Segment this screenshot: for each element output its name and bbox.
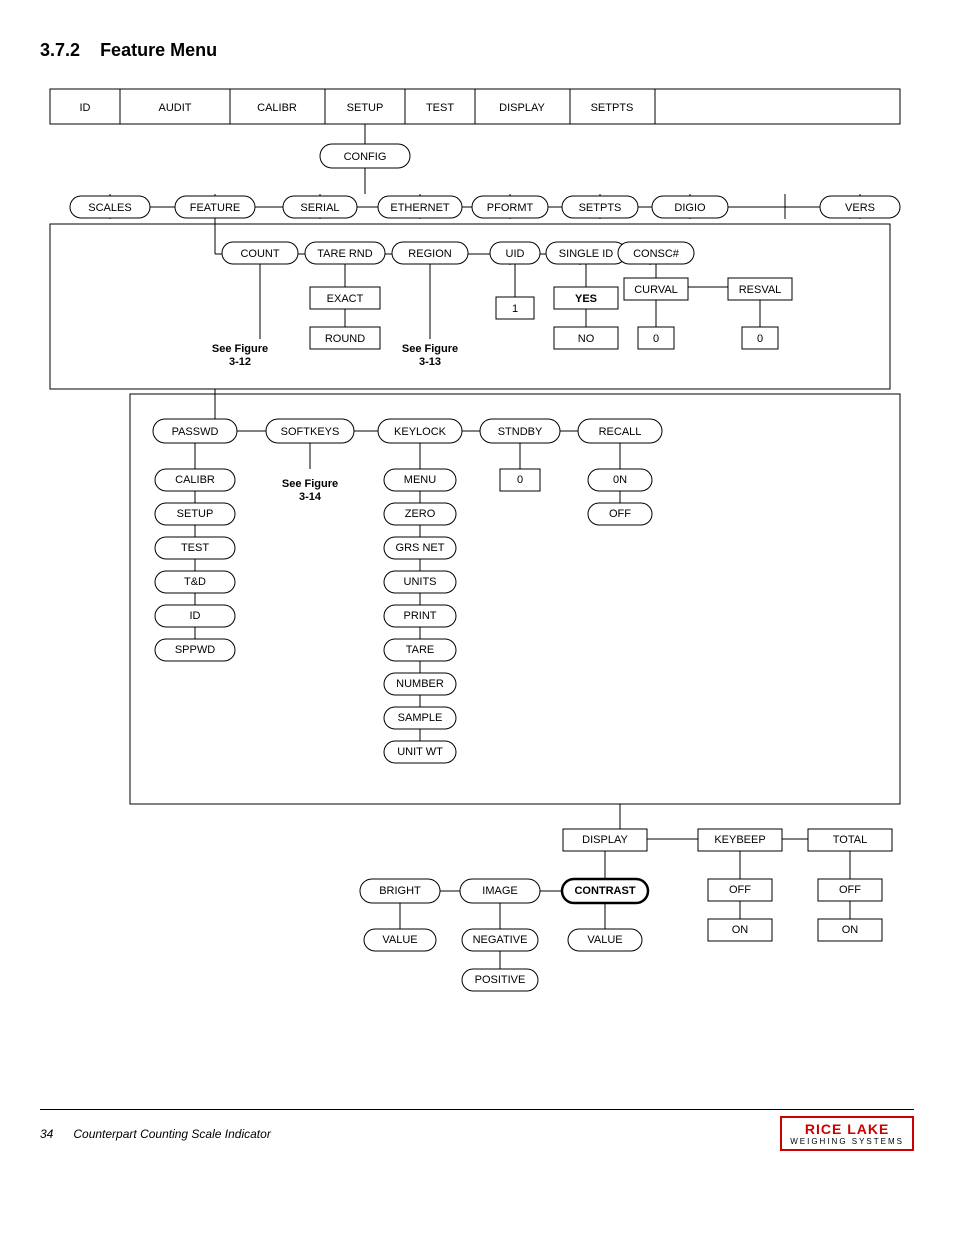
value-bright-node: VALUE (382, 934, 417, 946)
val0-curval-node: 0 (653, 333, 659, 345)
on-recall-node: 0N (613, 474, 627, 486)
tare-node: TARE (406, 644, 435, 656)
see-fig-312: See Figure (212, 343, 268, 355)
setpts-node: SETPTS (579, 202, 622, 214)
calibr-passwd-node: CALIBR (175, 474, 215, 486)
sample-node: SAMPLE (398, 712, 443, 724)
keylock-node: KEYLOCK (394, 426, 447, 438)
setup-top-node: SETUP (347, 102, 384, 114)
passwd-node: PASSWD (172, 426, 219, 438)
negative-node: NEGATIVE (473, 934, 528, 946)
see-fig-313b: 3-13 (419, 356, 441, 368)
menu-node: MENU (404, 474, 436, 486)
val0-resval-node: 0 (757, 333, 763, 345)
region-node: REGION (408, 248, 451, 260)
serial-node: SERIAL (300, 202, 339, 214)
units-node: UNITS (404, 576, 437, 588)
see-fig-313: See Figure (402, 343, 458, 355)
uid-node: UID (506, 248, 525, 260)
consc-node: CONSC# (633, 248, 680, 260)
display-top-node: DISPLAY (499, 102, 545, 114)
footer: 34 Counterpart Counting Scale Indicator … (40, 1109, 914, 1151)
zero-node: ZERO (405, 508, 436, 520)
keybeep-node: KEYBEEP (714, 834, 765, 846)
tare-rnd-node: TARE RND (317, 248, 372, 260)
section-number: 3.7.2 (40, 40, 80, 60)
single-id-node: SINGLE ID (559, 248, 613, 260)
sppwd-passwd-node: SPPWD (175, 644, 215, 656)
footer-page: 34 (40, 1127, 53, 1141)
bright-node: BRIGHT (379, 885, 421, 897)
page-title: 3.7.2 Feature Menu (40, 40, 914, 61)
off-keybeep-node: OFF (729, 884, 751, 896)
logo-box: RICE LAKE WEIGHING SYSTEMS (780, 1116, 914, 1151)
positive-node: POSITIVE (475, 974, 526, 986)
on-keybeep-node: ON (732, 924, 749, 936)
off-recall-node: OFF (609, 508, 631, 520)
round-node: ROUND (325, 333, 365, 345)
ethernet-node: ETHERNET (390, 202, 450, 214)
see-fig-314b: 3-14 (299, 491, 322, 503)
stndby-node: STNDBY (498, 426, 543, 438)
exact-node: EXACT (327, 293, 364, 305)
see-fig-314: See Figure (282, 478, 338, 490)
scales-node: SCALES (88, 202, 131, 214)
stndby-val-node: 0 (517, 474, 523, 486)
footer-description: Counterpart Counting Scale Indicator (73, 1127, 270, 1141)
test-top-node: TEST (426, 102, 454, 114)
total-node: TOTAL (833, 834, 867, 846)
val1-node: 1 (512, 303, 518, 315)
footer-left: 34 Counterpart Counting Scale Indicator (40, 1127, 271, 1141)
on-total-node: ON (842, 924, 859, 936)
audit-node: AUDIT (159, 102, 192, 114)
number-node: NUMBER (396, 678, 444, 690)
digio-node: DIGIO (674, 202, 706, 214)
calibr-top-node: CALIBR (257, 102, 297, 114)
id-passwd-node: ID (190, 610, 201, 622)
grs-net-node: GRS NET (396, 542, 445, 554)
logo-subtitle: WEIGHING SYSTEMS (790, 1137, 904, 1146)
logo-name: RICE LAKE (805, 1121, 889, 1137)
tnd-passwd-node: T&D (184, 576, 206, 588)
page: 3.7.2 Feature Menu ID AUDIT CALIBR S (0, 0, 954, 1169)
unit-wt-node: UNIT WT (397, 746, 443, 758)
setpts-top-node: SETPTS (591, 102, 634, 114)
contrast-node: CONTRAST (574, 885, 635, 897)
id-node: ID (80, 102, 91, 114)
softkeys-node: SOFTKEYS (281, 426, 340, 438)
display2-node: DISPLAY (582, 834, 628, 846)
value-contrast-node: VALUE (587, 934, 622, 946)
resval-node: RESVAL (739, 284, 782, 296)
test-passwd-node: TEST (181, 542, 209, 554)
off-total-node: OFF (839, 884, 861, 896)
curval-node: CURVAL (634, 284, 678, 296)
no-node: NO (578, 333, 595, 345)
yes-node: YES (575, 293, 597, 305)
vers-node: VERS (845, 202, 875, 214)
image-node: IMAGE (482, 885, 517, 897)
recall-node: RECALL (599, 426, 642, 438)
diagram: ID AUDIT CALIBR SETUP TEST DISPLAY SETPT… (40, 79, 910, 1129)
pformt-node: PFORMT (487, 202, 534, 214)
print-node: PRINT (404, 610, 437, 622)
section-title: Feature Menu (100, 40, 217, 60)
setup-passwd-node: SETUP (177, 508, 214, 520)
count-node: COUNT (240, 248, 279, 260)
see-fig-312b: 3-12 (229, 356, 251, 368)
feature-node: FEATURE (190, 202, 241, 214)
config-node: CONFIG (344, 151, 387, 163)
